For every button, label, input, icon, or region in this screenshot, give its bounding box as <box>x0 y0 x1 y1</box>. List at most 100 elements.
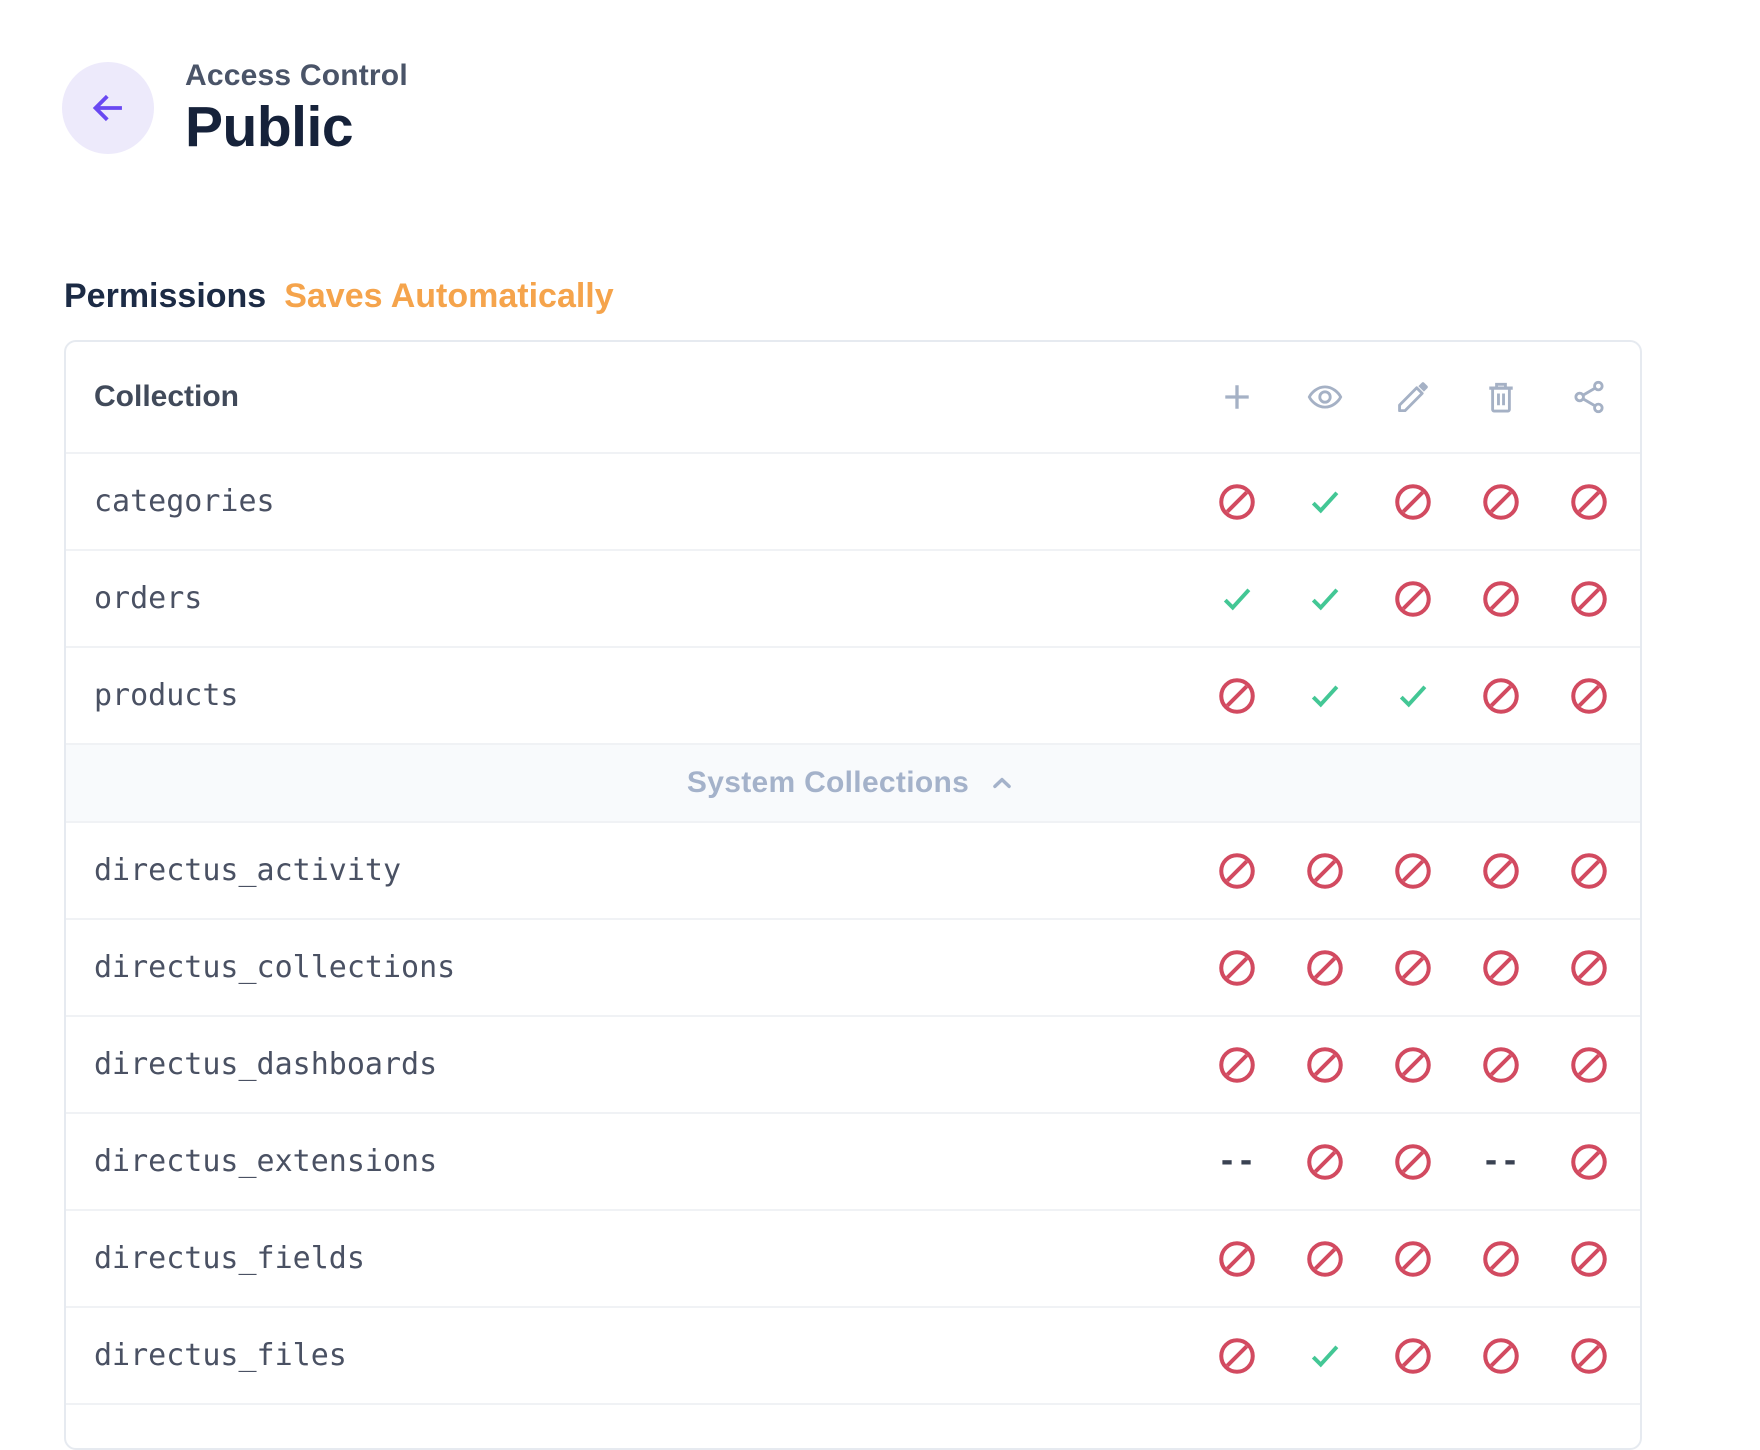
permission-cell-share[interactable] <box>1545 648 1633 743</box>
permission-cells <box>1193 1211 1633 1306</box>
block-icon <box>1392 947 1434 989</box>
block-icon <box>1216 1044 1258 1086</box>
block-icon <box>1304 1044 1346 1086</box>
permission-cell-update[interactable] <box>1369 648 1457 743</box>
permission-cell-create[interactable] <box>1193 1211 1281 1306</box>
read-column-header <box>1281 378 1369 416</box>
permissions-table: Collection categoriesordersproducts Syst… <box>64 340 1642 1450</box>
system-collection-rows: directus_activitydirectus_collectionsdir… <box>66 823 1640 1405</box>
block-icon <box>1304 947 1346 989</box>
permission-cell-share[interactable] <box>1545 1211 1633 1306</box>
permission-cell-share[interactable] <box>1545 1114 1633 1209</box>
permission-cell-delete[interactable] <box>1457 823 1545 918</box>
permission-cell-read[interactable] <box>1281 1114 1369 1209</box>
permission-cell-create[interactable] <box>1193 1308 1281 1403</box>
permission-cell-create[interactable] <box>1193 648 1281 743</box>
chevron-up-icon <box>985 766 1019 800</box>
permission-cell-create[interactable] <box>1193 551 1281 646</box>
autosave-status: Saves Automatically <box>284 277 613 316</box>
block-icon <box>1568 1238 1610 1280</box>
table-row-categories: categories <box>66 454 1640 551</box>
permission-cell-delete[interactable] <box>1457 1211 1545 1306</box>
block-icon <box>1568 481 1610 523</box>
check-icon <box>1218 580 1256 618</box>
share-icon <box>1570 378 1608 416</box>
permission-cell-update[interactable] <box>1369 1211 1457 1306</box>
not-applicable-dash: -- <box>1482 1144 1520 1179</box>
block-icon <box>1568 1335 1610 1377</box>
table-row-directus_files: directus_files <box>66 1308 1640 1405</box>
permission-cell-create[interactable]: -- <box>1193 1114 1281 1209</box>
permission-cell-read[interactable] <box>1281 1017 1369 1112</box>
block-icon <box>1216 947 1258 989</box>
table-row-directus_extensions: directus_extensions -- -- <box>66 1114 1640 1211</box>
permission-cell-delete[interactable] <box>1457 1017 1545 1112</box>
permission-cell-update[interactable] <box>1369 454 1457 549</box>
permission-cell-create[interactable] <box>1193 823 1281 918</box>
permission-cell-read[interactable] <box>1281 454 1369 549</box>
block-icon <box>1480 947 1522 989</box>
permission-cell-update[interactable] <box>1369 551 1457 646</box>
share-column-header <box>1545 378 1633 416</box>
block-icon <box>1216 1238 1258 1280</box>
permission-cell-delete[interactable]: -- <box>1457 1114 1545 1209</box>
permission-cell-delete[interactable] <box>1457 551 1545 646</box>
back-button[interactable] <box>62 62 154 154</box>
plus-icon <box>1218 378 1256 416</box>
permission-cell-update[interactable] <box>1369 823 1457 918</box>
permission-cell-share[interactable] <box>1545 1017 1633 1112</box>
block-icon <box>1392 1141 1434 1183</box>
check-icon <box>1306 580 1344 618</box>
permission-cell-update[interactable] <box>1369 1114 1457 1209</box>
system-collections-label: System Collections <box>687 766 969 800</box>
table-row-directus_collections: directus_collections <box>66 920 1640 1017</box>
permission-cell-read[interactable] <box>1281 920 1369 1015</box>
permission-cells <box>1193 823 1633 918</box>
delete-column-header <box>1457 378 1545 416</box>
block-icon <box>1216 1335 1258 1377</box>
block-icon <box>1568 1044 1610 1086</box>
permission-cell-create[interactable] <box>1193 1017 1281 1112</box>
block-icon <box>1480 1238 1522 1280</box>
block-icon <box>1568 675 1610 717</box>
permission-cell-update[interactable] <box>1369 1017 1457 1112</box>
permission-cell-share[interactable] <box>1545 920 1633 1015</box>
update-column-header <box>1369 378 1457 416</box>
block-icon <box>1216 481 1258 523</box>
system-collections-toggle[interactable]: System Collections <box>66 745 1640 823</box>
permission-cell-share[interactable] <box>1545 823 1633 918</box>
permission-cell-read[interactable] <box>1281 551 1369 646</box>
table-row-directus_dashboards: directus_dashboards <box>66 1017 1640 1114</box>
permission-cell-share[interactable] <box>1545 551 1633 646</box>
pencil-icon <box>1394 378 1432 416</box>
check-icon <box>1306 677 1344 715</box>
permission-cell-read[interactable] <box>1281 1308 1369 1403</box>
block-icon <box>1304 1141 1346 1183</box>
permission-cells <box>1193 1308 1633 1403</box>
permission-cell-update[interactable] <box>1369 1308 1457 1403</box>
trash-icon <box>1482 378 1520 416</box>
permission-cell-share[interactable] <box>1545 454 1633 549</box>
collection-name: directus_fields <box>66 1241 365 1276</box>
permission-cell-read[interactable] <box>1281 648 1369 743</box>
permission-cell-delete[interactable] <box>1457 648 1545 743</box>
collection-name: directus_extensions <box>66 1144 437 1179</box>
permission-cell-read[interactable] <box>1281 823 1369 918</box>
permission-cell-share[interactable] <box>1545 1308 1633 1403</box>
block-icon <box>1392 481 1434 523</box>
collection-name: categories <box>66 484 275 519</box>
permission-cells <box>1193 1017 1633 1112</box>
block-icon <box>1392 1044 1434 1086</box>
block-icon <box>1480 1335 1522 1377</box>
not-applicable-dash: -- <box>1218 1144 1256 1179</box>
permission-cell-update[interactable] <box>1369 920 1457 1015</box>
permission-cell-delete[interactable] <box>1457 1308 1545 1403</box>
permission-cell-read[interactable] <box>1281 1211 1369 1306</box>
permission-cell-create[interactable] <box>1193 920 1281 1015</box>
permission-cell-create[interactable] <box>1193 454 1281 549</box>
permission-cell-delete[interactable] <box>1457 920 1545 1015</box>
block-icon <box>1392 578 1434 620</box>
block-icon <box>1480 578 1522 620</box>
permission-cells: -- -- <box>1193 1114 1633 1209</box>
permission-cell-delete[interactable] <box>1457 454 1545 549</box>
